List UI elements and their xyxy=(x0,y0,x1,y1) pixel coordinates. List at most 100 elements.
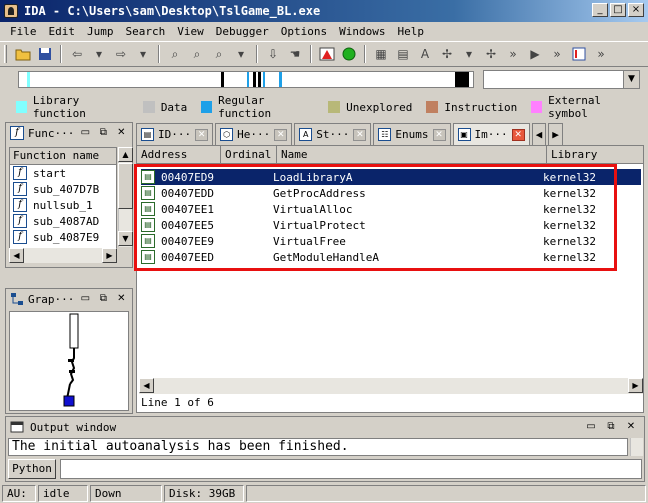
tab-scroll-right[interactable]: ▶ xyxy=(548,123,563,145)
import-icon: ▤ xyxy=(141,202,155,216)
search-dropdown-icon[interactable]: ▾ xyxy=(231,44,251,64)
function-list-vscroll[interactable]: ▲ ▼ xyxy=(118,147,133,247)
forward-arrow-icon[interactable]: ⇨ xyxy=(111,44,131,64)
forward-dropdown-icon[interactable]: ▾ xyxy=(133,44,153,64)
function-item-sub-4087e9[interactable]: f sub_4087E9 xyxy=(10,229,116,245)
column-library[interactable]: Library xyxy=(547,146,643,164)
restore-icon[interactable]: ▭ xyxy=(78,126,92,140)
search-text-icon[interactable]: ⌕ xyxy=(187,44,207,64)
menu-jump[interactable]: Jump xyxy=(81,25,120,38)
scroll-up-icon[interactable]: ▲ xyxy=(118,147,133,162)
toolbar-overflow-icon[interactable]: » xyxy=(503,44,523,64)
save-icon[interactable] xyxy=(35,44,55,64)
python-button[interactable]: Python xyxy=(8,459,56,479)
tab-hex-view[interactable]: ⬡ He··· ✕ xyxy=(215,123,293,145)
toolbar-overflow-icon-3[interactable]: » xyxy=(591,44,611,64)
close-icon[interactable]: ✕ xyxy=(511,128,525,141)
import-library: kernel32 xyxy=(543,170,596,184)
add-text-icon[interactable]: A xyxy=(415,44,435,64)
close-icon[interactable]: ✕ xyxy=(432,128,446,141)
scroll-left-icon[interactable]: ◀ xyxy=(139,378,154,393)
scroll-right-icon[interactable]: ▶ xyxy=(102,248,117,263)
chevron-down-icon[interactable]: ▼ xyxy=(623,71,639,88)
menu-search[interactable]: Search xyxy=(120,25,172,38)
function-item-start[interactable]: f start xyxy=(10,165,116,181)
function-name-column-header[interactable]: Function name xyxy=(10,148,116,165)
close-icon[interactable]: ✕ xyxy=(624,420,638,434)
tab-ida-view[interactable]: ▤ ID··· ✕ xyxy=(136,123,214,145)
float-icon[interactable]: ⧉ xyxy=(96,292,110,306)
navigation-band[interactable] xyxy=(18,71,474,88)
function-icon: f xyxy=(10,126,24,140)
output-vscroll[interactable] xyxy=(630,438,643,456)
function-item-sub-407d7b[interactable]: f sub_407D7B xyxy=(10,181,116,197)
hand-icon[interactable]: ☚ xyxy=(285,44,305,64)
tab-scroll-left[interactable]: ◀ xyxy=(531,123,547,145)
node-dropdown-icon[interactable]: ▾ xyxy=(459,44,479,64)
close-icon[interactable]: ✕ xyxy=(114,126,128,140)
toolbar-grip[interactable] xyxy=(4,45,7,63)
menu-options[interactable]: Options xyxy=(275,25,333,38)
column-name[interactable]: Name xyxy=(277,146,547,164)
restore-icon[interactable]: ▭ xyxy=(78,292,92,306)
import-row[interactable]: ▤ 00407EE9 VirtualFree kernel32 xyxy=(141,233,641,249)
import-row[interactable]: ▤ 00407EDD GetProcAddress kernel32 xyxy=(141,185,641,201)
column-address[interactable]: Address xyxy=(137,146,221,164)
warning-icon[interactable] xyxy=(317,44,337,64)
address-combo[interactable]: ▼ xyxy=(483,70,640,89)
play-icon[interactable]: ▶ xyxy=(525,44,545,64)
back-arrow-icon[interactable]: ⇦ xyxy=(67,44,87,64)
search-binary-icon[interactable]: ⌕ xyxy=(165,44,185,64)
menu-help[interactable]: Help xyxy=(391,25,430,38)
python-input[interactable] xyxy=(60,459,642,479)
toolbar-separator xyxy=(158,45,160,63)
structures-icon[interactable]: ▤ xyxy=(393,44,413,64)
scroll-right-icon[interactable]: ▶ xyxy=(628,378,643,393)
imports-view: Address Ordinal Name Library ▤ 00407ED9 … xyxy=(136,145,644,413)
import-row[interactable]: ▤ 00407EE5 VirtualProtect kernel32 xyxy=(141,217,641,233)
menu-windows[interactable]: Windows xyxy=(333,25,391,38)
close-button[interactable]: × xyxy=(628,3,644,17)
float-icon[interactable]: ⧉ xyxy=(96,126,110,140)
remove-node-icon[interactable]: ✢ xyxy=(481,44,501,64)
add-node-icon[interactable]: ✢ xyxy=(437,44,457,64)
function-list-hscroll[interactable]: ◀ ▶ xyxy=(9,248,117,263)
column-ordinal[interactable]: Ordinal xyxy=(221,146,277,164)
graph-overview-panel: Grap··· ▭ ⧉ ✕ xyxy=(5,288,133,414)
import-row[interactable]: ▤ 00407ED9 LoadLibraryA kernel32 xyxy=(141,169,641,185)
ida-view-icon: ▤ xyxy=(141,128,154,141)
close-icon[interactable]: ✕ xyxy=(114,292,128,306)
hex-dump-icon[interactable]: ▦ xyxy=(371,44,391,64)
scroll-left-icon[interactable]: ◀ xyxy=(9,248,24,263)
menu-debugger[interactable]: Debugger xyxy=(210,25,275,38)
tab-strings[interactable]: A St··· ✕ xyxy=(294,123,372,145)
menu-view[interactable]: View xyxy=(171,25,210,38)
imports-hscroll[interactable]: ◀ ▶ xyxy=(139,378,643,394)
open-folder-icon[interactable] xyxy=(13,44,33,64)
function-item-sub-4087ad[interactable]: f sub_4087AD xyxy=(10,213,116,229)
back-dropdown-icon[interactable]: ▾ xyxy=(89,44,109,64)
close-icon[interactable]: ✕ xyxy=(274,128,288,141)
restore-icon[interactable]: ▭ xyxy=(584,420,598,434)
tab-imports[interactable]: ▣ Im··· ✕ xyxy=(452,123,530,145)
download-arrow-icon[interactable]: ⇩ xyxy=(263,44,283,64)
menu-file[interactable]: File xyxy=(4,25,43,38)
properties-icon[interactable] xyxy=(569,44,589,64)
scroll-thumb[interactable] xyxy=(118,163,133,209)
run-green-icon[interactable] xyxy=(339,44,359,64)
close-icon[interactable]: ✕ xyxy=(195,128,209,141)
menu-edit[interactable]: Edit xyxy=(43,25,82,38)
float-icon[interactable]: ⧉ xyxy=(604,420,618,434)
toolbar-overflow-icon-2[interactable]: » xyxy=(547,44,567,64)
import-address: 00407EDD xyxy=(161,186,214,200)
minimize-button[interactable]: _ xyxy=(592,3,608,17)
function-item-nullsub-1[interactable]: f nullsub_1 xyxy=(10,197,116,213)
maximize-button[interactable]: □ xyxy=(610,3,626,17)
import-row[interactable]: ▤ 00407EE1 VirtualAlloc kernel32 xyxy=(141,201,641,217)
tab-enums[interactable]: ☷ Enums ✕ xyxy=(373,123,451,145)
search-code-icon[interactable]: ⌕ xyxy=(209,44,229,64)
import-row[interactable]: ▤ 00407EED GetModuleHandleA kernel32 xyxy=(141,249,641,265)
scroll-down-icon[interactable]: ▼ xyxy=(118,231,133,246)
close-icon[interactable]: ✕ xyxy=(353,128,367,141)
graph-overview-canvas[interactable] xyxy=(9,311,129,411)
